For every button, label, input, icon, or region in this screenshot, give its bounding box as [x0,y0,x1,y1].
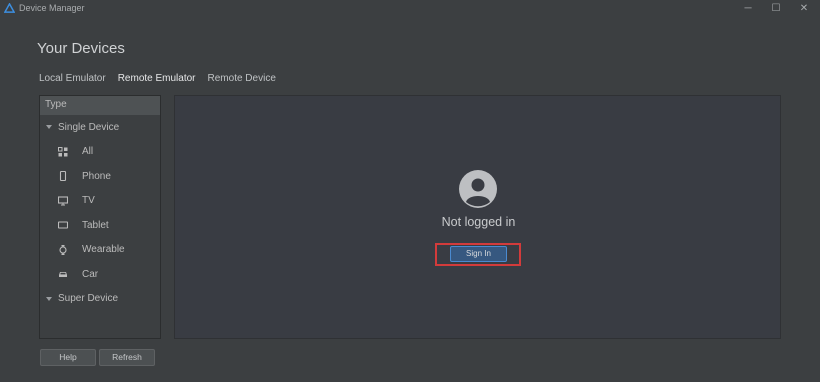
tv-icon [58,196,68,206]
content-panel: Not logged in Sign In [174,95,781,339]
login-status-text: Not logged in [441,215,516,229]
device-tabs: Local Emulator Remote Emulator Remote De… [39,73,288,84]
refresh-button[interactable]: Refresh [99,349,155,366]
tree-item-tablet[interactable]: Tablet [40,213,160,238]
tree-item-label: TV [82,195,95,207]
tab-remote-emulator[interactable]: Remote Emulator [118,73,196,84]
caret-down-icon [46,125,52,130]
tree-group-single-device[interactable]: Single Device [40,115,160,140]
sign-in-button[interactable]: Sign In [450,246,507,262]
tree-item-phone[interactable]: Phone [40,164,160,189]
type-panel: Type Single Device All Phone TV Tablet W… [39,95,161,339]
page-title: Your Devices [37,40,125,57]
tab-local-emulator[interactable]: Local Emulator [39,73,106,84]
tree-item-tv[interactable]: TV [40,189,160,214]
tree-group-super-device[interactable]: Super Device [40,287,160,312]
window-title: Device Manager [19,3,85,13]
tablet-icon [58,220,68,230]
tree-item-car[interactable]: Car [40,262,160,287]
maximize-button[interactable]: ☐ [769,2,783,16]
tree-group-label: Super Device [58,293,119,305]
phone-icon [58,171,68,182]
grid-icon [58,146,68,157]
tree-item-label: Wearable [82,244,125,256]
caret-down-icon [46,296,52,301]
type-header: Type [40,96,160,115]
help-button[interactable]: Help [40,349,96,366]
close-button[interactable]: ✕ [797,2,811,16]
tab-remote-device[interactable]: Remote Device [208,73,276,84]
tree-item-wearable[interactable]: Wearable [40,238,160,263]
car-icon [58,269,68,279]
app-logo-icon [4,3,15,13]
minimize-button[interactable]: ─ [741,2,755,16]
watch-icon [58,244,68,255]
tree-item-label: Phone [82,170,111,182]
user-avatar-icon [459,170,497,208]
tree-group-label: Single Device [58,121,120,133]
window-titlebar: Device Manager ─ ☐ ✕ [0,0,820,18]
tree-item-label: Tablet [82,219,109,231]
tree-item-label: All [82,146,94,158]
tree-item-label: Car [82,268,99,280]
tree-item-all[interactable]: All [40,140,160,165]
